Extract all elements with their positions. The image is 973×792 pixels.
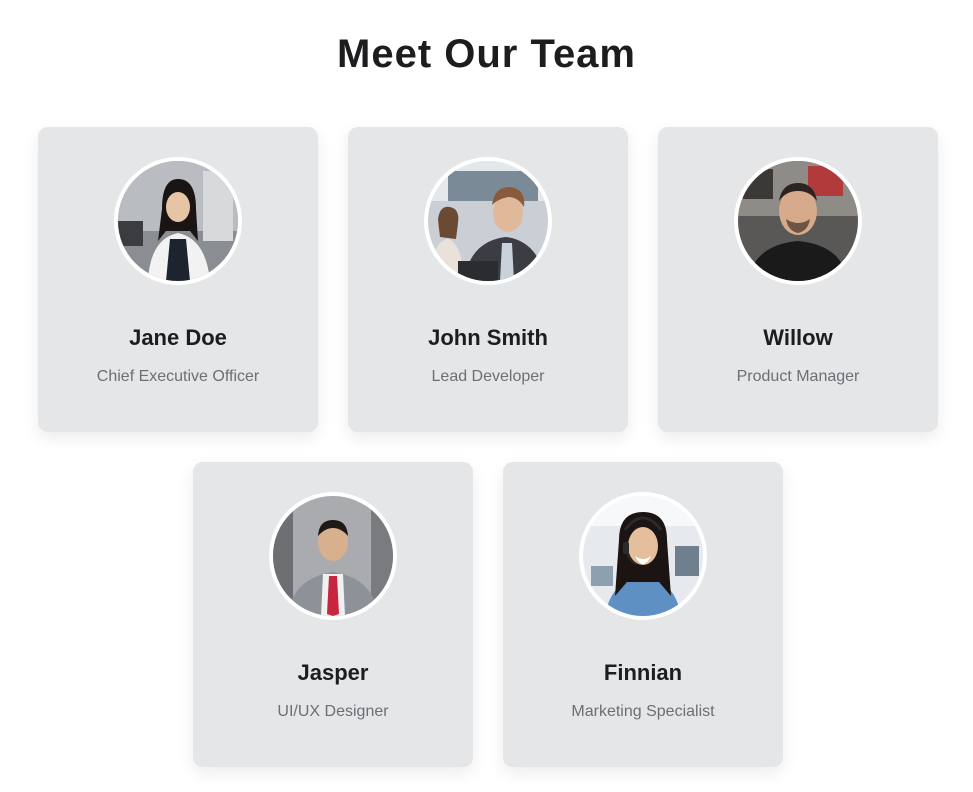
avatar bbox=[424, 157, 552, 285]
woman-business-portrait-photo bbox=[118, 161, 238, 281]
avatar bbox=[734, 157, 862, 285]
member-role: UI/UX Designer bbox=[277, 703, 389, 720]
man-smiling-portrait-photo bbox=[738, 161, 858, 281]
team-card-john-smith: John Smith Lead Developer bbox=[348, 127, 628, 432]
woman-headset-portrait-photo bbox=[583, 496, 703, 616]
team-card-willow: Willow Product Manager bbox=[658, 127, 938, 432]
team-card-jasper: Jasper UI/UX Designer bbox=[193, 462, 473, 767]
member-name: Jasper bbox=[297, 660, 369, 685]
man-office-portrait-photo bbox=[428, 161, 548, 281]
member-name: Finnian bbox=[603, 660, 683, 685]
team-card-jane-doe: Jane Doe Chief Executive Officer bbox=[38, 127, 318, 432]
member-name: Willow bbox=[763, 325, 833, 350]
avatar bbox=[269, 492, 397, 620]
member-role: Marketing Specialist bbox=[571, 703, 715, 720]
member-role: Lead Developer bbox=[431, 368, 545, 385]
team-card-finnian: Finnian Marketing Specialist bbox=[503, 462, 783, 767]
avatar bbox=[114, 157, 242, 285]
member-role: Product Manager bbox=[736, 368, 860, 385]
avatar bbox=[579, 492, 707, 620]
member-name: Jane Doe bbox=[129, 325, 227, 350]
member-role: Chief Executive Officer bbox=[96, 368, 260, 385]
man-suit-portrait-photo bbox=[273, 496, 393, 616]
page-title: Meet Our Team bbox=[337, 32, 636, 76]
member-name: John Smith bbox=[428, 325, 548, 350]
